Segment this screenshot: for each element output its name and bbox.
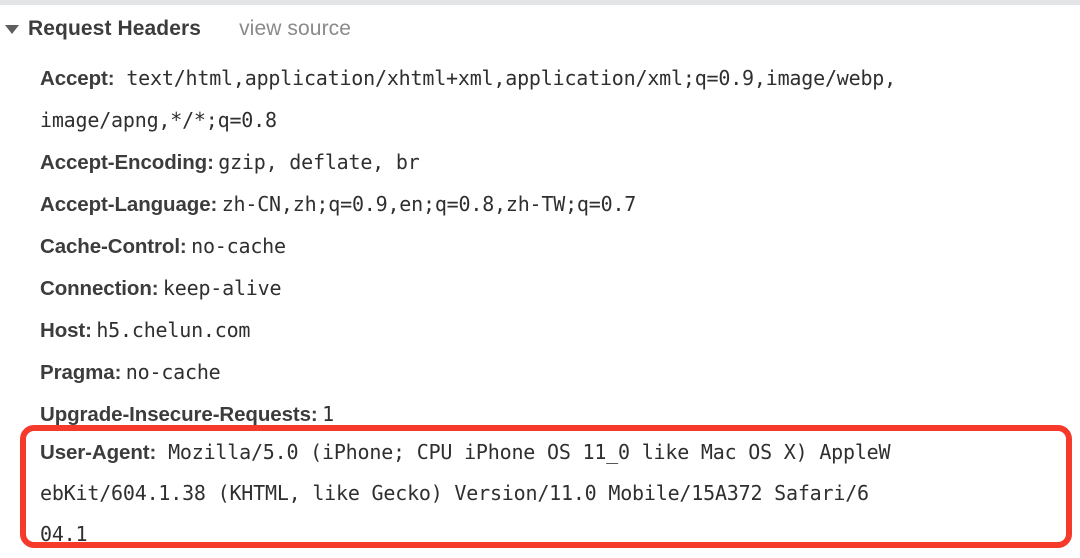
header-row-user-agent[interactable]: User-Agent: Mozilla/5.0 (iPhone; CPU iPh… [40, 432, 1070, 555]
header-name-user-agent: User-Agent: [40, 441, 157, 464]
header-name-upgrade-insecure-requests: Upgrade-Insecure-Requests: [40, 403, 318, 426]
header-row-accept-encoding[interactable]: Accept-Encoding: gzip, deflate, br [40, 141, 1080, 183]
header-row-accept-language[interactable]: Accept-Language: zh-CN,zh;q=0.9,en;q=0.8… [40, 183, 1080, 225]
devtools-request-headers-panel: Request Headers view source Accept: text… [0, 0, 1080, 558]
header-value-accept-encoding: gzip, deflate, br [218, 150, 420, 174]
header-row-pragma[interactable]: Pragma: no-cache [40, 351, 1080, 393]
view-source-link[interactable]: view source [239, 17, 351, 41]
header-name-accept: Accept: [40, 67, 115, 90]
request-headers-section-header[interactable]: Request Headers view source [0, 12, 1080, 46]
top-divider-strip [0, 0, 1080, 5]
header-value-user-agent-line3: 04.1 [40, 522, 88, 546]
header-value-upgrade-insecure-requests: 1 [322, 402, 334, 426]
header-value-host: h5.chelun.com [96, 318, 251, 342]
header-value-cache-control: no-cache [191, 234, 286, 258]
header-value-user-agent-line1: Mozilla/5.0 (iPhone; CPU iPhone OS 11_0 … [168, 440, 891, 464]
page-title: Request Headers [28, 17, 202, 40]
header-name-accept-language: Accept-Language: [40, 193, 218, 216]
header-name-connection: Connection: [40, 277, 159, 300]
header-row-accept[interactable]: Accept: text/html,application/xhtml+xml,… [40, 57, 1080, 141]
header-name-accept-encoding: Accept-Encoding: [40, 151, 214, 174]
header-value-connection: keep-alive [162, 276, 282, 300]
header-value-pragma: no-cache [125, 360, 221, 384]
header-value-accept-line1: text/html,application/xhtml+xml,applicat… [126, 66, 896, 90]
triangle-down-icon[interactable] [5, 24, 19, 34]
header-name-pragma: Pragma: [40, 361, 122, 384]
header-row-host[interactable]: Host: h5.chelun.com [40, 309, 1080, 351]
header-row-cache-control[interactable]: Cache-Control: no-cache [40, 225, 1080, 267]
request-headers-list: Accept: text/html,application/xhtml+xml,… [40, 57, 1080, 435]
header-name-host: Host: [40, 319, 92, 342]
header-row-connection[interactable]: Connection: keep-alive [40, 267, 1080, 309]
header-value-accept-line2: image/apng,*/*;q=0.8 [40, 108, 277, 132]
header-value-accept-language: zh-CN,zh;q=0.9,en;q=0.8,zh-TW;q=0.7 [221, 192, 637, 216]
header-value-user-agent-line2: ebKit/604.1.38 (KHTML, like Gecko) Versi… [40, 481, 869, 505]
header-name-cache-control: Cache-Control: [40, 235, 187, 258]
